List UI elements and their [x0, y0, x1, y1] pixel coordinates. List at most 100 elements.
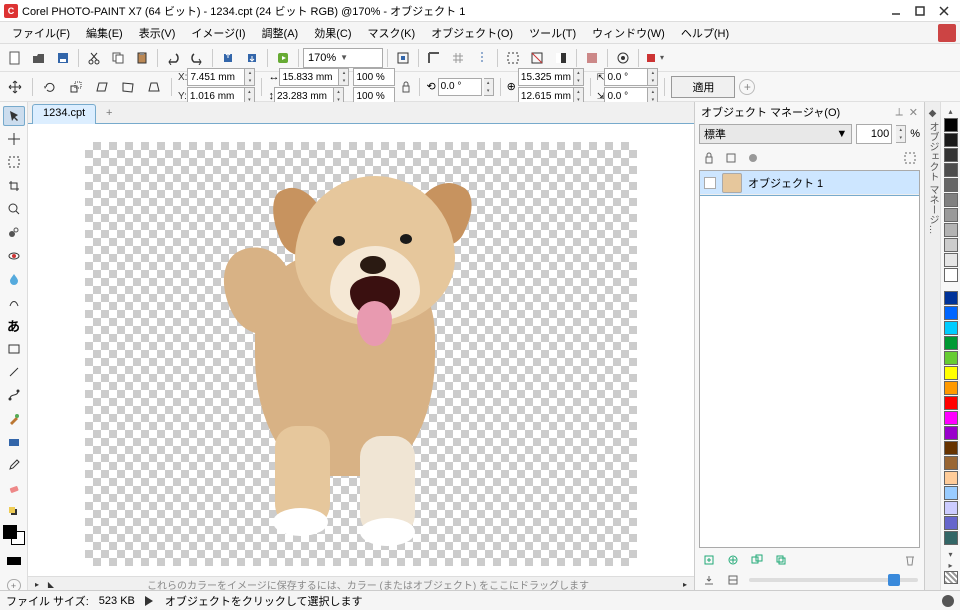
menu-tools[interactable]: ツール(T) [521, 23, 584, 43]
merge-button[interactable] [701, 572, 717, 588]
pin-panel-button[interactable]: ⟂ [895, 106, 902, 119]
crop-tool[interactable] [3, 176, 25, 195]
palette-swatch[interactable] [944, 253, 958, 267]
menu-edit[interactable]: 編集(E) [78, 23, 131, 43]
palette-swatch[interactable] [944, 396, 958, 410]
showguides-button[interactable] [471, 47, 493, 69]
menu-object[interactable]: オブジェクト(O) [423, 23, 521, 43]
menu-file[interactable]: ファイル(F) [4, 23, 78, 43]
launch-button[interactable] [272, 47, 294, 69]
add-document-tab[interactable]: + [100, 104, 118, 122]
layer-visibility-toggle[interactable] [704, 177, 716, 189]
skew-icon[interactable] [91, 76, 113, 98]
rotate-icon[interactable] [39, 76, 61, 98]
image-object-dog[interactable] [185, 146, 505, 546]
layer-item[interactable]: オブジェクト 1 [700, 171, 919, 195]
palette-swatch[interactable] [944, 441, 958, 455]
fill-color[interactable] [7, 557, 21, 566]
eyedropper-tool[interactable] [3, 455, 25, 474]
palette-swatch[interactable] [944, 268, 958, 282]
opacity-spinner[interactable]: ▴▾ [896, 125, 906, 143]
record-icon[interactable] [942, 595, 954, 607]
eraser-tool[interactable] [3, 479, 25, 498]
import-button[interactable] [217, 47, 239, 69]
move-tool[interactable] [3, 130, 25, 149]
scroll-left[interactable]: ▸ [32, 580, 42, 590]
palette-swatch[interactable] [944, 486, 958, 500]
play-icon[interactable] [145, 596, 155, 606]
effect-tool[interactable] [3, 293, 25, 312]
mask-mode-button[interactable] [745, 150, 761, 166]
menu-view[interactable]: 表示(V) [131, 23, 184, 43]
palette-swatch[interactable] [944, 336, 958, 350]
center-x-input[interactable] [518, 68, 574, 86]
scroll-right[interactable]: ▸ [680, 580, 690, 590]
palette-none-swatch[interactable] [944, 571, 958, 584]
copy-button[interactable] [107, 47, 129, 69]
opacity-input[interactable] [856, 124, 892, 144]
palette-swatch[interactable] [944, 516, 958, 530]
paste-button[interactable] [131, 47, 153, 69]
palette-up[interactable]: ▴ [945, 106, 957, 117]
palette-swatch[interactable] [944, 411, 958, 425]
undo-button[interactable] [162, 47, 184, 69]
palette-swatch[interactable] [944, 163, 958, 177]
palette-swatch[interactable] [944, 306, 958, 320]
new-from-mask-button[interactable] [902, 150, 918, 166]
palette-swatch[interactable] [944, 291, 958, 305]
text-tool[interactable]: あ [3, 316, 25, 335]
palette-swatch[interactable] [944, 148, 958, 162]
fullscreen-button[interactable] [392, 47, 414, 69]
close-button[interactable] [932, 2, 956, 20]
launch-app-button[interactable]: ▾ [643, 47, 665, 69]
add-preset-button[interactable]: + [739, 79, 755, 95]
mask-button[interactable] [502, 47, 524, 69]
palette-swatch[interactable] [944, 456, 958, 470]
shadow-tool[interactable] [3, 502, 25, 521]
menu-adjust[interactable]: 調整(A) [254, 23, 307, 43]
palette-swatch[interactable] [944, 351, 958, 365]
pos-x-spinner[interactable]: ▴▾ [245, 68, 255, 86]
new-layer-button[interactable] [701, 552, 717, 568]
thumbnail-size-slider[interactable] [749, 578, 918, 582]
palette-swatch[interactable] [944, 223, 958, 237]
canvas[interactable] [28, 124, 694, 576]
palette-down[interactable]: ▾ [945, 549, 957, 560]
zoom-tool[interactable] [3, 199, 25, 218]
menu-mask[interactable]: マスク(K) [360, 23, 424, 43]
save-button[interactable] [52, 47, 74, 69]
color-swatch[interactable] [3, 525, 25, 544]
line-tool[interactable] [3, 362, 25, 381]
palette-swatch[interactable] [944, 238, 958, 252]
pos-x-input[interactable] [187, 68, 245, 86]
options-button[interactable] [612, 47, 634, 69]
maximize-button[interactable] [908, 2, 932, 20]
docker-tab-strip[interactable]: ◆ オブジェクト マネージ… [924, 102, 940, 592]
lock-layer-button[interactable] [701, 150, 717, 166]
redeye-tool[interactable] [3, 246, 25, 265]
cut-button[interactable] [83, 47, 105, 69]
clip-layer-button[interactable] [723, 150, 739, 166]
palette-swatch[interactable] [944, 381, 958, 395]
palette-swatch[interactable] [944, 193, 958, 207]
zoom-combo[interactable]: 170%▼ [303, 48, 383, 68]
new-lens-button[interactable] [725, 552, 741, 568]
perspective-icon[interactable] [143, 76, 165, 98]
width-spinner[interactable]: ▴▾ [339, 68, 349, 86]
minimize-button[interactable] [884, 2, 908, 20]
palette-swatch[interactable] [944, 118, 958, 132]
duplicate-layer-button[interactable] [773, 552, 789, 568]
scale-icon[interactable] [65, 76, 87, 98]
liquid-tool[interactable] [3, 269, 25, 288]
rotation-input[interactable] [438, 78, 482, 96]
palette-swatch[interactable] [944, 501, 958, 515]
delete-layer-button[interactable] [902, 552, 918, 568]
skew-x-spinner[interactable]: ▴▾ [648, 68, 658, 86]
palette-swatch[interactable] [944, 426, 958, 440]
export-button[interactable] [241, 47, 263, 69]
center-x-spinner[interactable]: ▴▾ [574, 68, 584, 86]
palette-swatch[interactable] [944, 133, 958, 147]
width-input[interactable] [279, 68, 339, 86]
rotation-spinner[interactable]: ▴▾ [484, 78, 494, 96]
combine-button[interactable] [725, 572, 741, 588]
